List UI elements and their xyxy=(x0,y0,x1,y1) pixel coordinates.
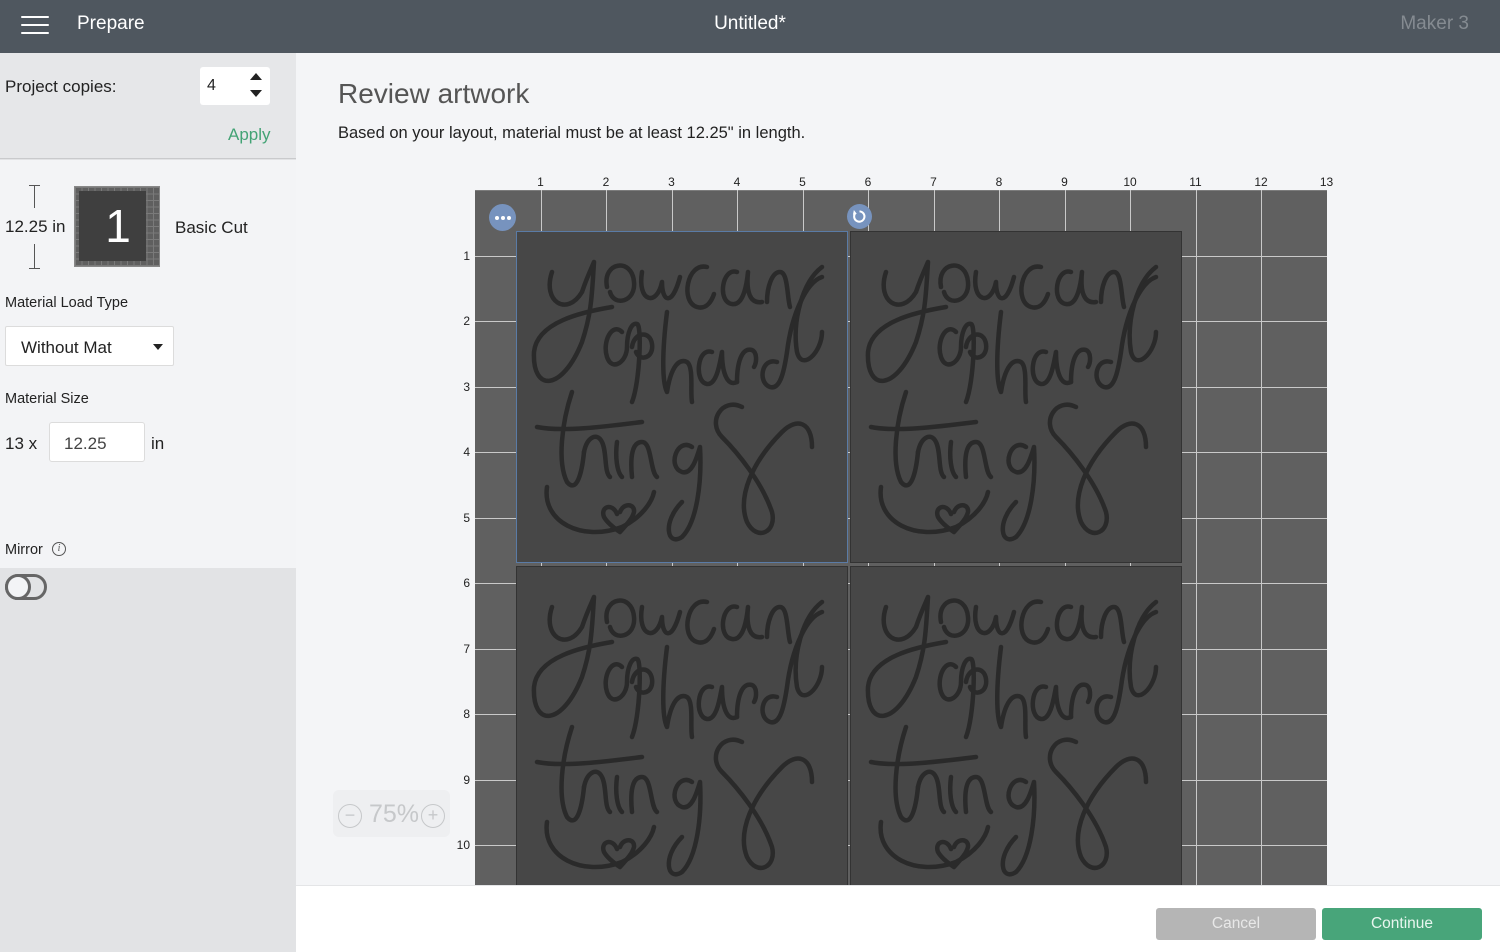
material-size-label: Material Size xyxy=(5,391,89,407)
zoom-in-button[interactable]: + xyxy=(421,804,445,828)
apply-button[interactable]: Apply xyxy=(228,125,271,145)
footer-bar: Cancel Continue xyxy=(296,885,1500,952)
material-length-input[interactable]: 12.25 xyxy=(49,422,145,462)
mirror-label: Mirror xyxy=(5,542,43,558)
ruler-y-tick-label: 2 xyxy=(463,314,470,328)
hamburger-menu-icon[interactable] xyxy=(21,15,49,37)
artwork-copy-3[interactable] xyxy=(516,566,848,885)
continue-button[interactable]: Continue xyxy=(1322,908,1482,940)
section-title: Prepare xyxy=(77,13,145,34)
ruler-x-tick-label: 3 xyxy=(668,175,675,189)
toggle-knob xyxy=(5,574,31,600)
ruler-y-tick-label: 3 xyxy=(463,379,470,394)
artwork-design xyxy=(531,594,825,877)
project-copies-value[interactable]: 4 xyxy=(207,77,216,95)
artwork-design xyxy=(531,259,825,542)
dimension-cap-bottom xyxy=(29,268,40,269)
artwork-design xyxy=(865,594,1159,877)
mat-thumbnail[interactable]: 1 xyxy=(74,186,160,267)
ruler-y-tick-label: 6 xyxy=(463,576,470,590)
ruler-y-tick-label: 7 xyxy=(463,641,470,656)
ruler-y-tick-label: 9 xyxy=(463,772,470,787)
ruler-x-tick-label: 9 xyxy=(1061,175,1068,189)
project-copies-stepper[interactable]: 4 xyxy=(200,67,270,105)
zoom-level: 75% xyxy=(369,800,420,828)
grid-line-vertical xyxy=(1261,190,1262,885)
ruler-x-tick-label: 8 xyxy=(995,175,1003,189)
ruler-y-tick-label: 1 xyxy=(463,248,470,263)
more-options-icon[interactable] xyxy=(489,204,516,231)
decrement-arrow-icon[interactable] xyxy=(250,90,262,97)
artwork-design xyxy=(865,259,1159,542)
artwork-copy-1[interactable] xyxy=(516,231,848,563)
dimension-line-bottom xyxy=(34,244,35,268)
ruler-x-tick-label: 2 xyxy=(602,175,610,189)
chevron-down-icon xyxy=(153,344,163,350)
mirror-toggle[interactable] xyxy=(5,574,47,600)
sidebar: Project copies: 4 Apply 12.25 in 1 Basic… xyxy=(0,53,296,952)
mat-number: 1 xyxy=(105,200,131,252)
ruler-x-tick-label: 13 xyxy=(1319,175,1334,189)
zoom-control: − 75% + xyxy=(333,790,450,837)
page-subtitle: Based on your layout, material must be a… xyxy=(338,124,806,142)
ruler-y-tick-label: 10 xyxy=(456,838,470,852)
info-icon[interactable]: i xyxy=(52,542,66,556)
increment-arrow-icon[interactable] xyxy=(250,73,262,80)
page-title: Review artwork xyxy=(338,78,530,109)
ruler-x-tick-label: 10 xyxy=(1123,175,1137,189)
machine-name[interactable]: Maker 3 xyxy=(1400,13,1469,35)
ruler-x-tick-label: 4 xyxy=(733,175,741,189)
ruler-y-tick-label: 4 xyxy=(463,445,470,459)
cancel-button[interactable]: Cancel xyxy=(1156,908,1316,940)
artwork-copy-4[interactable] xyxy=(850,566,1182,885)
ruler-x-tick-label: 11 xyxy=(1189,175,1202,189)
material-length-value[interactable]: 12.25 xyxy=(64,434,107,454)
grid-line-vertical xyxy=(1195,190,1197,885)
rotate-icon[interactable] xyxy=(847,204,872,229)
ruler-x-tick-label: 1 xyxy=(537,175,544,189)
artwork-copy-2[interactable] xyxy=(850,231,1182,563)
cutting-mat-canvas[interactable] xyxy=(475,190,1327,885)
mat-settings-panel: 12.25 in 1 Basic Cut Material Load Type … xyxy=(0,160,296,600)
ruler-x-tick-label: 12 xyxy=(1254,175,1268,189)
material-load-type-select[interactable]: Without Mat xyxy=(5,326,174,366)
material-unit-label: in xyxy=(151,434,165,453)
material-load-type-label: Material Load Type xyxy=(5,295,129,311)
ruler-y-tick-label: 8 xyxy=(463,707,470,721)
project-copies-label: Project copies: xyxy=(5,77,117,96)
ruler-y-tick-label: 5 xyxy=(463,510,470,525)
cut-operation-label: Basic Cut xyxy=(175,218,248,237)
ruler-x-tick-label: 5 xyxy=(799,175,806,189)
top-bar: Prepare Untitled* Maker 3 xyxy=(0,0,1500,53)
ruler-x-tick-label: 6 xyxy=(864,175,872,189)
ruler-x-tick-label: 7 xyxy=(930,175,937,189)
material-load-type-value: Without Mat xyxy=(21,338,112,357)
document-title: Untitled* xyxy=(714,13,786,34)
material-width-label: 13 x xyxy=(5,434,38,453)
zoom-out-button[interactable]: − xyxy=(338,804,362,828)
mat-length-label: 12.25 in xyxy=(5,217,66,236)
project-copies-panel: Project copies: 4 Apply xyxy=(0,53,296,159)
grid-line-vertical xyxy=(1326,190,1327,885)
dimension-line-top xyxy=(34,185,35,208)
